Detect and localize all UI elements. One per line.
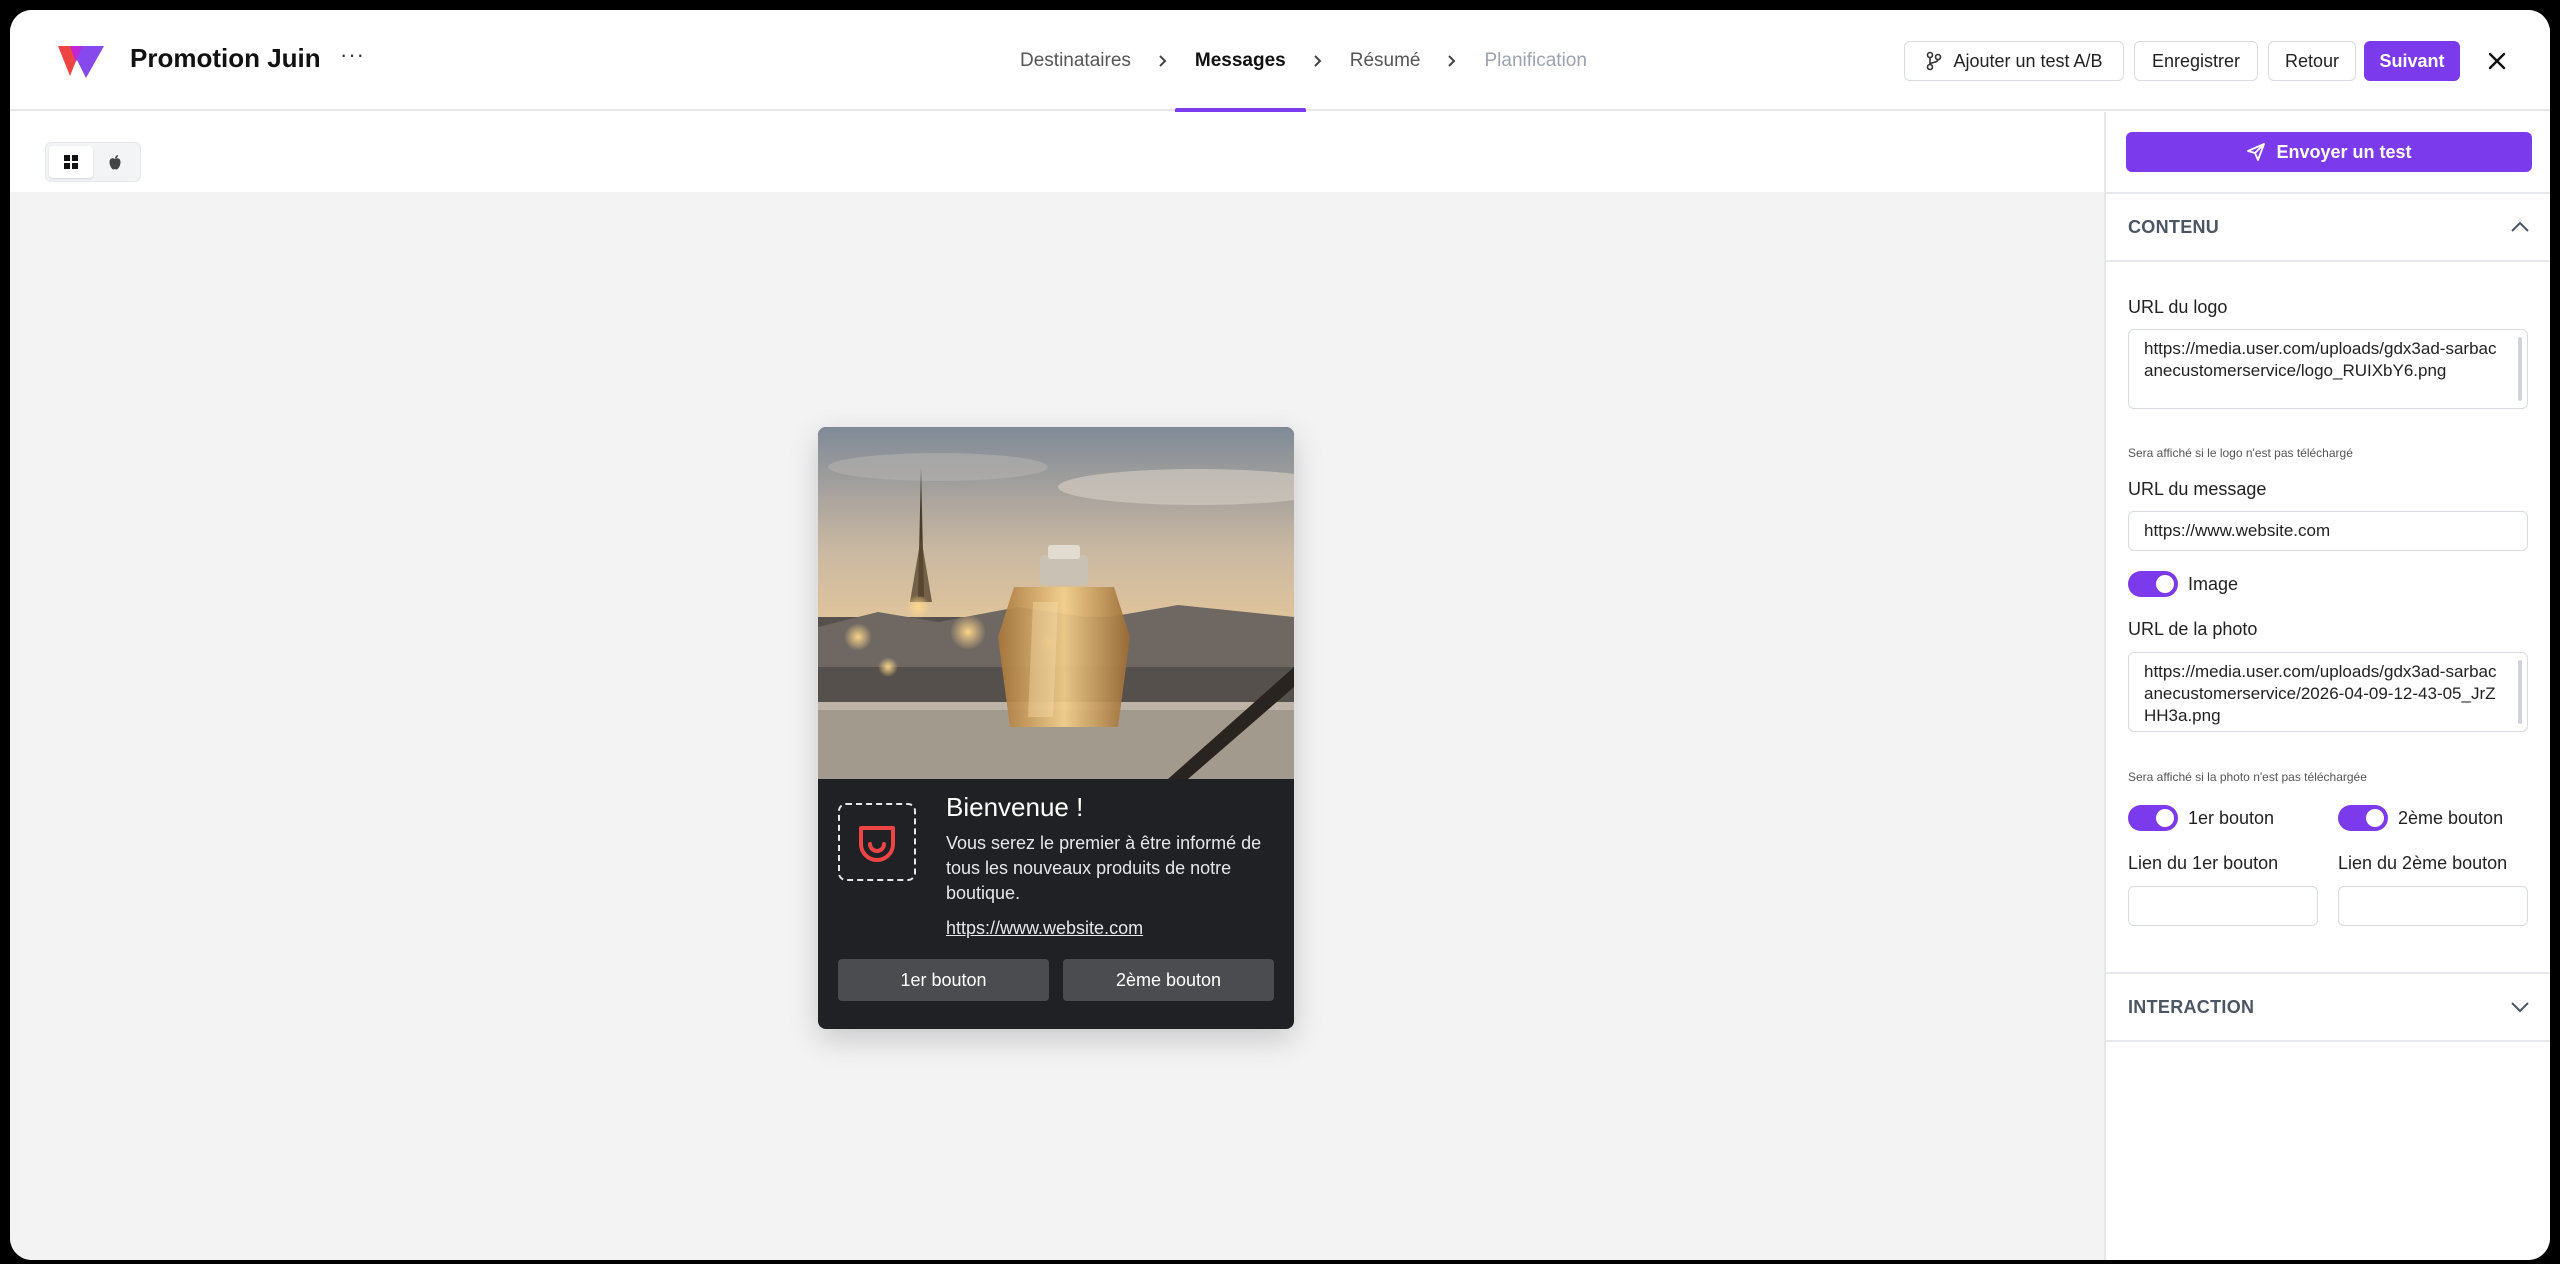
- photo-url-input[interactable]: https://media.user.com/uploads/gdx3ad-sa…: [2128, 652, 2528, 732]
- logo-url-value: https://media.user.com/uploads/gdx3ad-sa…: [2144, 339, 2497, 380]
- photo-url-value: https://media.user.com/uploads/gdx3ad-sa…: [2144, 662, 2497, 725]
- button1-link-label: Lien du 1er bouton: [2128, 853, 2279, 873]
- interaction-section-title: INTERACTION: [2128, 996, 2255, 1017]
- logo-url-input[interactable]: https://media.user.com/uploads/gdx3ad-sa…: [2128, 329, 2528, 409]
- image-toggle[interactable]: Image: [2128, 571, 2238, 597]
- more-options-button[interactable]: ···: [340, 42, 365, 68]
- image-toggle-label: Image: [2188, 573, 2239, 594]
- message-url-input[interactable]: https://www.website.com: [2128, 511, 2528, 551]
- photo-url-label: URL de la photo: [2128, 619, 2258, 639]
- button2-link-input[interactable]: [2338, 886, 2528, 926]
- chevron-right-icon: [1440, 49, 1464, 73]
- chevron-right-icon: [1306, 49, 1330, 73]
- content-section-header[interactable]: CONTENU: [2106, 192, 2550, 262]
- button1-toggle-switch[interactable]: [2128, 805, 2178, 831]
- app-logo-icon: [58, 46, 104, 78]
- notification-hero-image: [818, 427, 1294, 779]
- windows-icon: [64, 155, 78, 169]
- photo-url-scrollbar[interactable]: [2518, 660, 2522, 724]
- brand-logo-icon: [859, 826, 895, 862]
- logo-url-hint: Sera affiché si le logo n'est pas téléch…: [2128, 446, 2353, 460]
- chevron-down-icon: [2511, 1002, 2529, 1013]
- branch-icon: [1927, 51, 1942, 71]
- content-section-title: CONTENU: [2128, 216, 2220, 237]
- step-messages[interactable]: Messages: [1174, 10, 1306, 113]
- header: Promotion Juin ··· Destinataires Message…: [10, 10, 2550, 113]
- windows-preview-button[interactable]: [49, 146, 93, 178]
- macos-preview-button[interactable]: [93, 146, 137, 178]
- add-ab-test-button[interactable]: Ajouter un test A/B: [1904, 41, 2124, 81]
- logo-url-scrollbar[interactable]: [2518, 337, 2522, 401]
- notification-preview: Bienvenue ! Vous serez le premier à être…: [818, 427, 1294, 1029]
- notification-button-1[interactable]: 1er bouton: [838, 959, 1049, 1001]
- back-button[interactable]: Retour: [2268, 41, 2356, 81]
- notification-logo-placeholder: [838, 803, 916, 881]
- step-navigation: Destinataires Messages Résumé Planificat…: [1000, 10, 1607, 113]
- button1-toggle[interactable]: 1er bouton: [2128, 805, 2274, 831]
- button2-toggle-label: 2ème bouton: [2398, 807, 2504, 828]
- notification-title: Bienvenue !: [946, 792, 1084, 822]
- apple-icon: [109, 154, 121, 169]
- interaction-section-header[interactable]: INTERACTION: [2106, 972, 2550, 1042]
- chevron-up-icon: [2511, 221, 2529, 232]
- notification-link[interactable]: https://www.website.com: [946, 918, 1143, 939]
- add-ab-test-label: Ajouter un test A/B: [1953, 50, 2103, 71]
- preview-canvas: Bienvenue ! Vous serez le premier à être…: [10, 192, 2104, 1260]
- app-window: Promotion Juin ··· Destinataires Message…: [10, 10, 2550, 1260]
- notification-button-2[interactable]: 2ème bouton: [1063, 959, 1274, 1001]
- button1-link-input[interactable]: [2128, 886, 2318, 926]
- logo-url-label: URL du logo: [2128, 297, 2228, 317]
- button2-toggle[interactable]: 2ème bouton: [2338, 805, 2503, 831]
- send-test-label: Envoyer un test: [2276, 141, 2412, 162]
- chevron-right-icon: [1151, 49, 1175, 73]
- button2-toggle-switch[interactable]: [2338, 805, 2388, 831]
- settings-panel: Envoyer un test CONTENU URL du logo http…: [2104, 112, 2550, 1260]
- message-url-label: URL du message: [2128, 479, 2267, 499]
- button1-toggle-label: 1er bouton: [2188, 807, 2275, 828]
- campaign-title: Promotion Juin: [130, 43, 321, 73]
- notification-body: Vous serez le premier à être informé de …: [946, 833, 1262, 903]
- preview-toolbar: [10, 112, 2104, 202]
- os-switcher: [45, 142, 141, 182]
- send-test-button[interactable]: Envoyer un test: [2126, 132, 2532, 172]
- close-icon[interactable]: [2484, 48, 2510, 74]
- send-icon: [2247, 143, 2266, 161]
- step-recipients[interactable]: Destinataires: [1000, 10, 1151, 111]
- save-button[interactable]: Enregistrer: [2134, 41, 2258, 81]
- step-scheduling[interactable]: Planification: [1464, 10, 1606, 111]
- button2-link-label: Lien du 2ème bouton: [2338, 853, 2508, 873]
- photo-url-hint: Sera affiché si la photo n'est pas téléc…: [2128, 770, 2367, 784]
- image-toggle-switch[interactable]: [2128, 571, 2178, 597]
- step-summary[interactable]: Résumé: [1330, 10, 1441, 111]
- next-button[interactable]: Suivant: [2364, 41, 2460, 81]
